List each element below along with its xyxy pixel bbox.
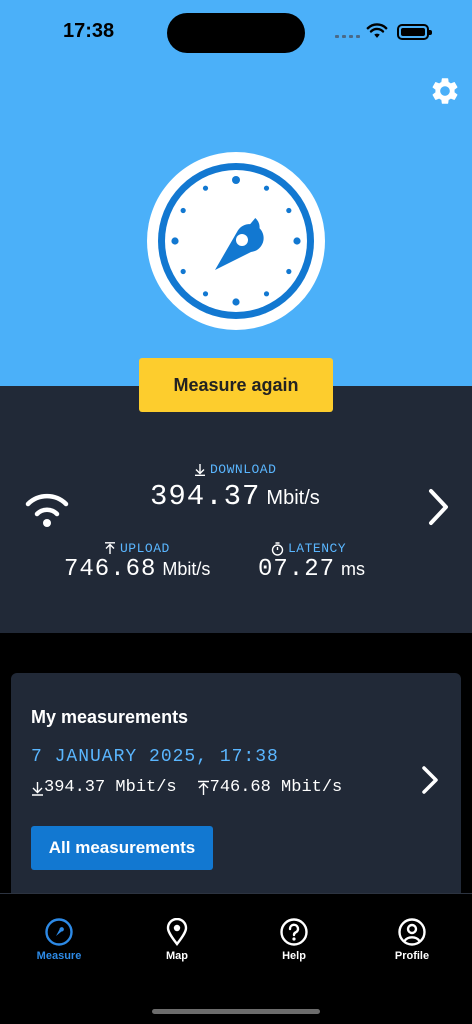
gauge-tick — [263, 185, 270, 191]
gauge-tick — [180, 268, 186, 275]
all-measurements-button[interactable]: All measurements — [31, 826, 213, 870]
measure-again-button[interactable]: Measure again — [139, 358, 333, 412]
gauge-tick — [232, 176, 240, 184]
download-label-text: DOWNLOAD — [210, 462, 277, 477]
gauge-tick — [286, 207, 292, 214]
tab-bar: Measure Map Help Profile — [0, 893, 472, 1024]
gauge-tick — [171, 237, 179, 245]
download-unit: Mbit/s — [266, 487, 320, 509]
tab-profile-label: Profile — [394, 950, 430, 962]
upload-label: UPLOAD — [104, 541, 170, 556]
tab-measure[interactable]: Measure — [9, 918, 109, 962]
my-measurements-card: My measurements 7 JANUARY 2025, 17:38 39… — [11, 673, 461, 903]
results-panel[interactable]: DOWNLOAD 394.37 Mbit/s UPLOAD 746.68 Mbi… — [0, 386, 472, 633]
gauge-tick — [202, 291, 209, 297]
dynamic-island — [167, 13, 305, 53]
stopwatch-icon — [271, 541, 284, 556]
wifi-status-icon — [366, 23, 388, 38]
download-number: 394.37 — [150, 480, 261, 513]
download-label: DOWNLOAD — [194, 462, 276, 477]
upload-value: 746.68 Mbit/s — [64, 556, 210, 583]
latency-value: 07.27 ms — [258, 556, 365, 583]
cellular-signal-icon — [335, 35, 360, 38]
help-icon — [280, 918, 308, 946]
gauge-tick — [180, 207, 186, 214]
gauge-tick — [263, 291, 270, 297]
hero-section: 17:38 — [0, 0, 472, 386]
home-indicator[interactable] — [152, 1009, 320, 1014]
download-arrow-icon — [195, 464, 205, 476]
my-measurements-title: My measurements — [31, 707, 189, 727]
tab-help[interactable]: Help — [244, 918, 344, 962]
download-value: 394.37 Mbit/s — [150, 480, 320, 513]
battery-icon — [397, 24, 432, 40]
upload-number: 746.68 — [64, 556, 157, 583]
map-pin-icon — [166, 918, 188, 946]
upload-label-text: UPLOAD — [120, 541, 170, 556]
tab-map[interactable]: Map — [127, 918, 227, 962]
measurement-summary[interactable]: 394.37 Mbit/s 746.68 Mbit/s — [31, 778, 342, 797]
settings-gear-icon[interactable] — [429, 75, 461, 107]
gauge-tick — [232, 298, 240, 306]
measurement-download: 394.37 Mbit/s — [44, 778, 177, 797]
chevron-right-icon[interactable] — [421, 765, 439, 795]
status-time: 17:38 — [63, 20, 115, 42]
profile-icon — [398, 918, 426, 946]
latency-unit: ms — [341, 559, 366, 579]
latency-number: 07.27 — [258, 556, 336, 583]
gauge-tick — [293, 237, 301, 245]
gauge-icon — [45, 918, 73, 946]
tab-measure-label: Measure — [36, 950, 82, 962]
download-arrow-icon — [32, 781, 43, 796]
status-bar: 17:38 — [0, 0, 472, 60]
upload-arrow-icon — [197, 780, 209, 795]
measurement-upload: 746.68 Mbit/s — [209, 778, 343, 797]
latency-label: LATENCY — [271, 541, 346, 556]
gauge-tick — [202, 185, 209, 191]
speed-gauge-icon — [147, 152, 325, 330]
chevron-right-icon[interactable] — [428, 488, 450, 526]
wifi-icon — [25, 493, 69, 527]
tab-map-label: Map — [166, 950, 188, 962]
tab-profile[interactable]: Profile — [362, 918, 462, 962]
measurement-date[interactable]: 7 JANUARY 2025, 17:38 — [31, 747, 279, 767]
gauge-tick — [286, 268, 292, 275]
upload-arrow-icon — [105, 542, 115, 554]
upload-unit: Mbit/s — [162, 559, 211, 579]
tab-help-label: Help — [282, 950, 306, 962]
latency-label-text: LATENCY — [288, 541, 347, 556]
